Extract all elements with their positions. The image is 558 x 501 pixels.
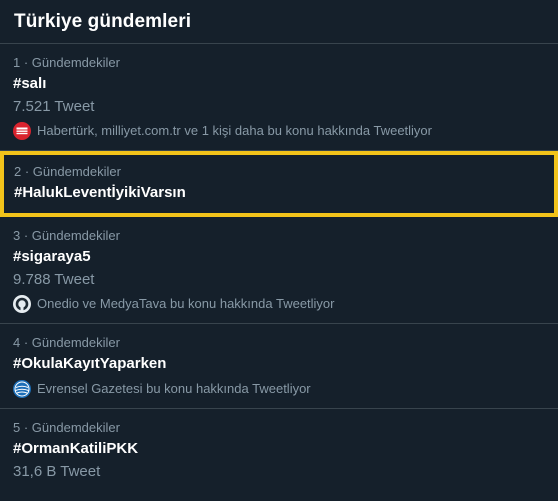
trend-context: Onedio ve MedyaTava bu konu hakkında Twe… <box>13 295 544 313</box>
trend-meta: 4 · Gündemdekiler <box>13 335 120 350</box>
trend-context: Habertürk, milliyet.com.tr ve 1 kişi dah… <box>13 122 544 140</box>
trend-item-1[interactable]: 1 · Gündemdekiler #salı 7.521 Tweet Habe… <box>0 44 558 151</box>
trend-context-text: Onedio ve MedyaTava bu konu hakkında Twe… <box>37 296 335 311</box>
trend-context-text: Habertürk, milliyet.com.tr ve 1 kişi dah… <box>37 123 432 138</box>
haberturk-logo-icon <box>13 122 31 140</box>
onedio-logo-icon <box>13 295 31 313</box>
trend-meta: 3 · Gündemdekiler <box>13 228 120 243</box>
trend-tweet-count: 9.788 Tweet <box>13 271 95 288</box>
trend-meta: 5 · Gündemdekiler <box>13 420 120 435</box>
trend-hashtag: #salı <box>13 75 47 92</box>
trend-hashtag: #OrmanKatiliPKK <box>13 440 139 457</box>
trend-meta: 2 · Gündemdekiler <box>14 164 121 179</box>
trend-hashtag: #HalukLeventİyikiVarsın <box>14 184 186 201</box>
evrensel-logo-icon <box>13 380 31 398</box>
trend-context-text: Evrensel Gazetesi bu konu hakkında Tweet… <box>37 381 311 396</box>
trend-item-3[interactable]: 3 · Gündemdekiler #sigaraya5 9.788 Tweet… <box>0 217 558 324</box>
trends-panel: Türkiye gündemleri 1 · Gündemdekiler #sa… <box>0 0 558 501</box>
trend-item-2[interactable]: 2 · Gündemdekiler #HalukLeventİyikiVarsı… <box>0 151 558 217</box>
trend-hashtag: #sigaraya5 <box>13 248 91 265</box>
trends-title: Türkiye gündemleri <box>14 10 192 32</box>
trend-tweet-count: 31,6 B Tweet <box>13 463 101 480</box>
trend-item-5[interactable]: 5 · Gündemdekiler #OrmanKatiliPKK 31,6 B… <box>0 409 558 492</box>
trend-context: Evrensel Gazetesi bu konu hakkında Tweet… <box>13 380 544 398</box>
trend-tweet-count: 7.521 Tweet <box>13 98 95 115</box>
trend-meta: 1 · Gündemdekiler <box>13 55 120 70</box>
trend-item-4[interactable]: 4 · Gündemdekiler #OkulaKayıtYaparken Ev… <box>0 324 558 409</box>
trend-hashtag: #OkulaKayıtYaparken <box>13 355 167 372</box>
trends-header: Türkiye gündemleri <box>0 0 558 44</box>
